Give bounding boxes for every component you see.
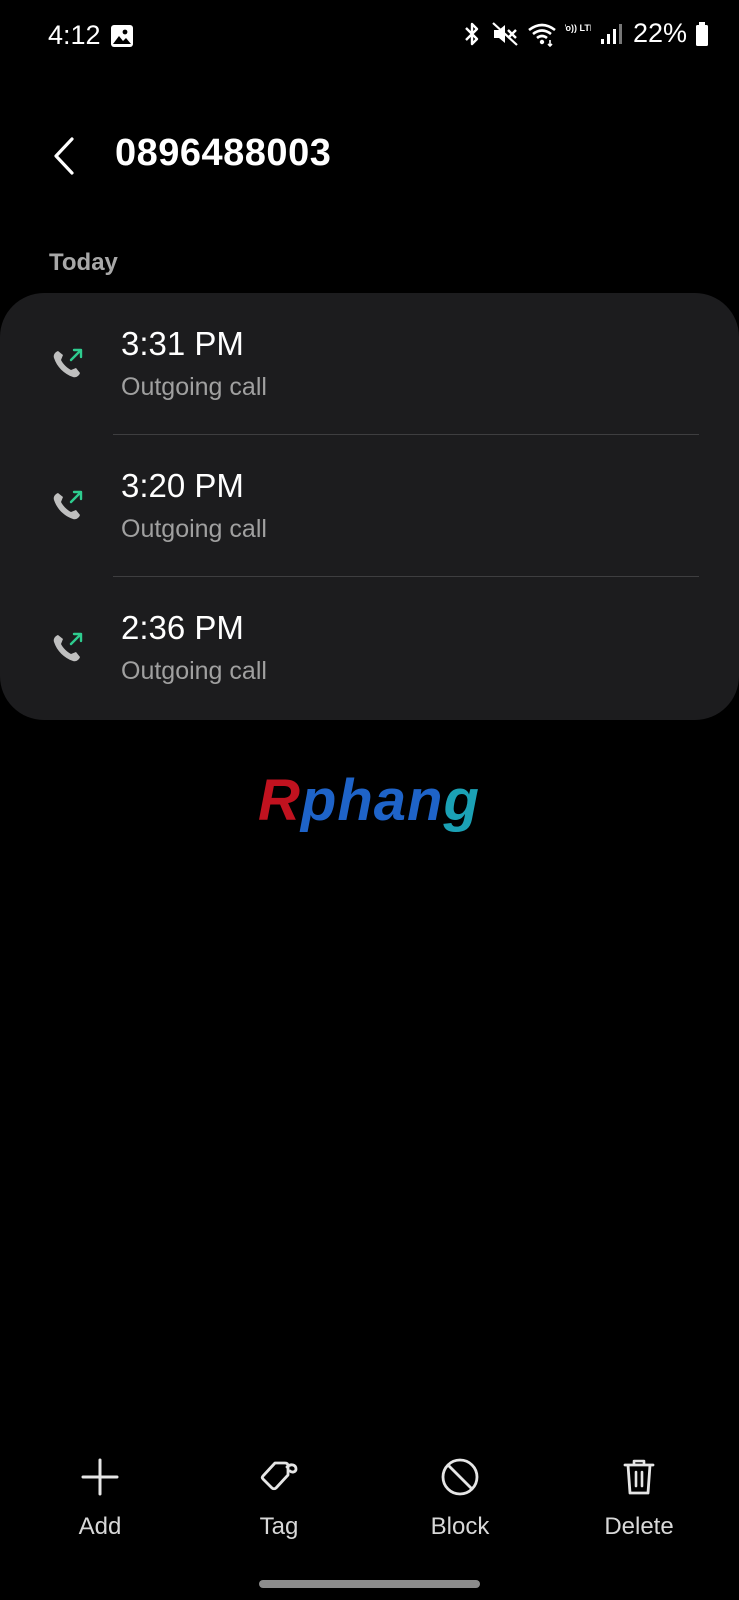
outgoing-call-icon bbox=[53, 632, 83, 662]
gesture-nav-handle[interactable] bbox=[259, 1580, 480, 1588]
mute-icon bbox=[492, 21, 518, 46]
watermark-logo: Rphang bbox=[258, 768, 480, 833]
status-time: 4:12 bbox=[48, 20, 101, 50]
battery-icon bbox=[696, 21, 708, 46]
wifi-icon bbox=[528, 23, 556, 47]
block-label: Block bbox=[430, 1513, 490, 1540]
chevron-left-icon bbox=[54, 137, 74, 175]
call-time: 3:31 PM bbox=[121, 325, 244, 362]
section-label-today: Today bbox=[49, 249, 118, 276]
battery-percent: 22% bbox=[632, 18, 687, 48]
call-type: Outgoing call bbox=[121, 515, 267, 543]
tag-button[interactable]: Tag bbox=[209, 1455, 349, 1555]
call-history-list: 3:31 PM Outgoing call 3:20 PM Outgoing c… bbox=[0, 293, 739, 720]
status-icons: Vo)) LTE 22% bbox=[461, 18, 709, 49]
bluetooth-icon bbox=[465, 22, 479, 45]
header: 0896488003 bbox=[0, 118, 739, 190]
delete-button[interactable]: Delete bbox=[569, 1455, 709, 1555]
volte-icon: Vo)) LTE bbox=[565, 23, 591, 33]
signal-icon bbox=[600, 23, 622, 44]
call-log-item[interactable]: 3:31 PM Outgoing call bbox=[0, 293, 739, 435]
tag-icon bbox=[260, 1461, 298, 1491]
trash-icon bbox=[623, 1459, 655, 1495]
call-time: 3:20 PM bbox=[121, 467, 244, 504]
tag-label: Tag bbox=[259, 1513, 299, 1540]
add-label: Add bbox=[78, 1513, 122, 1540]
call-time: 2:36 PM bbox=[121, 609, 244, 646]
delete-label: Delete bbox=[604, 1513, 674, 1540]
block-icon bbox=[441, 1458, 479, 1496]
add-button[interactable]: Add bbox=[30, 1455, 170, 1555]
svg-text:Vo)) LTE: Vo)) LTE bbox=[565, 23, 591, 33]
call-log-item[interactable]: 3:20 PM Outgoing call bbox=[0, 435, 739, 577]
bottom-action-bar: Add Tag Block Delete bbox=[0, 1455, 739, 1565]
outgoing-call-icon bbox=[53, 490, 83, 520]
page-title: 0896488003 bbox=[115, 132, 332, 174]
call-type: Outgoing call bbox=[121, 657, 267, 685]
call-log-item[interactable]: 2:36 PM Outgoing call bbox=[0, 577, 739, 719]
gallery-icon bbox=[111, 25, 133, 47]
status-bar: 4:12 Vo)) LTE 22% bbox=[0, 0, 739, 72]
block-button[interactable]: Block bbox=[390, 1455, 530, 1555]
outgoing-call-icon bbox=[53, 348, 83, 378]
plus-icon bbox=[81, 1458, 119, 1496]
back-button[interactable] bbox=[40, 132, 88, 180]
call-type: Outgoing call bbox=[121, 373, 267, 401]
